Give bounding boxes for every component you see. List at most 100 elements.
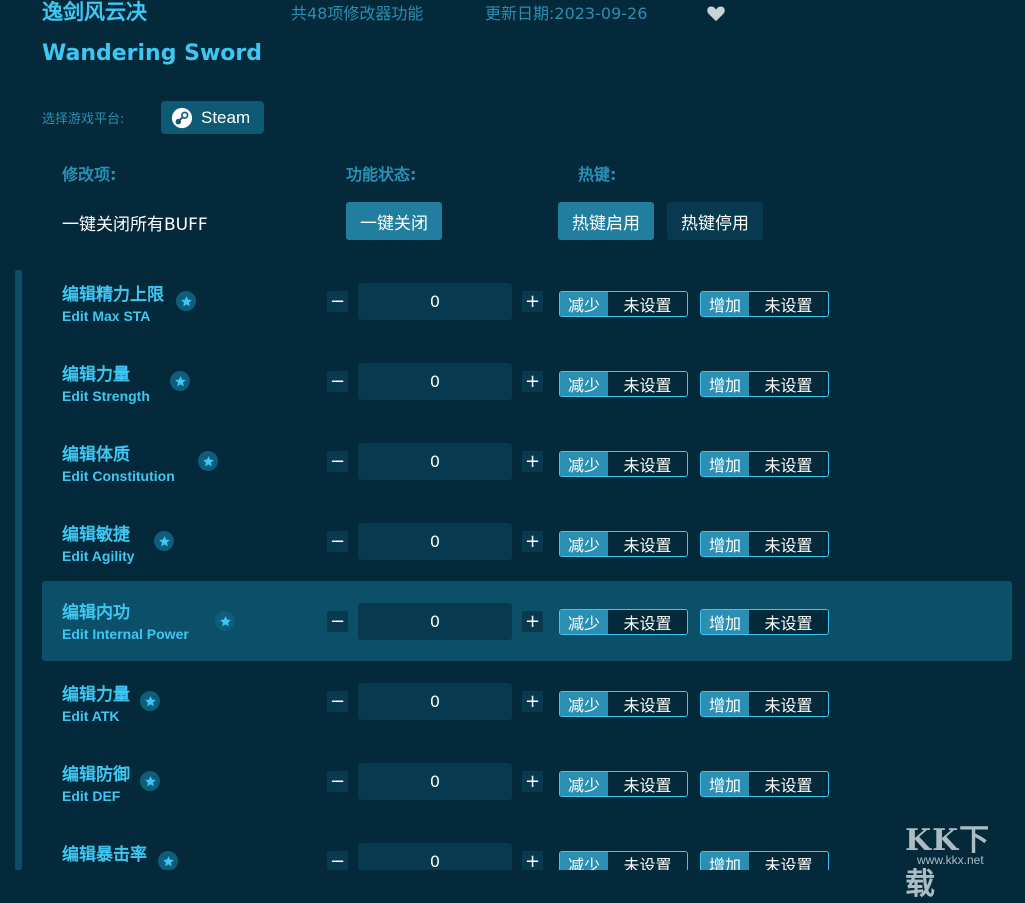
star-icon[interactable] xyxy=(176,291,196,311)
mod-name-cn: 编辑力量 xyxy=(62,365,130,385)
mod-name-cn: 编辑体质 xyxy=(62,445,130,465)
hotkey-value: 未设置 xyxy=(608,610,687,634)
star-icon[interactable] xyxy=(140,691,160,711)
decrement-button[interactable]: − xyxy=(327,611,348,632)
increment-button[interactable]: + xyxy=(522,691,543,712)
decrease-hotkey[interactable]: 减少 未设置 xyxy=(559,851,688,870)
decrease-hotkey[interactable]: 减少 未设置 xyxy=(559,691,688,717)
increase-hotkey[interactable]: 增加 未设置 xyxy=(700,371,829,397)
value-input[interactable]: 0 xyxy=(358,283,512,320)
decrease-hotkey[interactable]: 减少 未设置 xyxy=(559,291,688,317)
increase-hotkey[interactable]: 增加 未设置 xyxy=(700,291,829,317)
list-item: 编辑防御 Edit DEF − 0 + 减少 未设置 增加 未设置 xyxy=(42,763,1012,843)
decrease-hotkey[interactable]: 减少 未设置 xyxy=(559,771,688,797)
increase-tag: 增加 xyxy=(701,692,749,716)
hotkey-value: 未设置 xyxy=(749,610,828,634)
increase-tag: 增加 xyxy=(701,292,749,316)
star-icon[interactable] xyxy=(158,851,178,870)
increase-hotkey[interactable]: 增加 未设置 xyxy=(700,771,829,797)
hotkey-value: 未设置 xyxy=(749,372,828,396)
star-icon[interactable] xyxy=(215,611,235,631)
increase-hotkey[interactable]: 增加 未设置 xyxy=(700,531,829,557)
list-item-selected[interactable]: 编辑内功 Edit Internal Power − 0 + 减少 未设置 增加未… xyxy=(42,581,1012,661)
hotkey-value: 未设置 xyxy=(749,852,828,870)
hotkey-value: 未设置 xyxy=(608,852,687,870)
value-input[interactable]: 0 xyxy=(358,363,512,400)
mod-list: 编辑精力上限 Edit Max STA − 0 + 减少 未设置 增加 未设置 编辑… xyxy=(0,0,1025,870)
increase-tag: 增加 xyxy=(701,452,749,476)
mod-name-cn: 编辑精力上限 xyxy=(62,285,164,305)
decrease-hotkey[interactable]: 减少 未设置 xyxy=(559,531,688,557)
increase-hotkey[interactable]: 增加 未设置 xyxy=(700,451,829,477)
decrease-hotkey[interactable]: 减少 未设置 xyxy=(559,609,688,635)
increment-button[interactable]: + xyxy=(522,291,543,312)
increment-button[interactable]: + xyxy=(522,531,543,552)
decrement-button[interactable]: − xyxy=(327,371,348,392)
mod-name-en: Edit Internal Power xyxy=(62,626,189,642)
value-input[interactable]: 0 xyxy=(358,763,512,800)
decrease-hotkey[interactable]: 减少 未设置 xyxy=(559,451,688,477)
list-item: 编辑力量 Edit ATK − 0 + 减少 未设置 增加 未设置 xyxy=(42,683,1012,763)
hotkey-value: 未设置 xyxy=(749,292,828,316)
list-item: 编辑精力上限 Edit Max STA − 0 + 减少 未设置 增加 未设置 xyxy=(42,283,1012,363)
decrease-tag: 减少 xyxy=(560,532,608,556)
value-input[interactable]: 0 xyxy=(358,523,512,560)
decrease-tag: 减少 xyxy=(560,692,608,716)
increment-button[interactable]: + xyxy=(522,611,543,632)
hotkey-value: 未设置 xyxy=(608,532,687,556)
hotkey-value: 未设置 xyxy=(749,692,828,716)
star-icon[interactable] xyxy=(170,371,190,391)
list-item: 编辑暴击率 − 0 + 减少 未设置 增加 未设置 xyxy=(42,843,1012,870)
list-item: 编辑体质 Edit Constitution − 0 + 减少 未设置 增加 未设置 xyxy=(42,443,1012,523)
decrement-button[interactable]: − xyxy=(327,451,348,472)
watermark-url: www.kkx.net xyxy=(917,853,984,867)
hotkey-value: 未设置 xyxy=(749,452,828,476)
value-input[interactable]: 0 xyxy=(358,443,512,480)
decrement-button[interactable]: − xyxy=(327,691,348,712)
star-icon[interactable] xyxy=(198,451,218,471)
star-icon[interactable] xyxy=(154,531,174,551)
decrease-tag: 减少 xyxy=(560,292,608,316)
decrease-tag: 减少 xyxy=(560,372,608,396)
value-input[interactable]: 0 xyxy=(358,843,512,870)
hotkey-value: 未设置 xyxy=(749,532,828,556)
hotkey-value: 未设置 xyxy=(608,692,687,716)
increase-hotkey[interactable]: 增加 未设置 xyxy=(700,609,829,635)
mod-name-cn: 编辑防御 xyxy=(62,765,130,785)
increment-button[interactable]: + xyxy=(522,371,543,392)
decrement-button[interactable]: − xyxy=(327,291,348,312)
star-icon[interactable] xyxy=(140,771,160,791)
increase-hotkey[interactable]: 增加 未设置 xyxy=(700,851,829,870)
increment-button[interactable]: + xyxy=(522,851,543,870)
decrease-tag: 减少 xyxy=(560,852,608,870)
decrement-button[interactable]: − xyxy=(327,851,348,870)
increment-button[interactable]: + xyxy=(522,451,543,472)
decrease-tag: 减少 xyxy=(560,772,608,796)
increase-tag: 增加 xyxy=(701,372,749,396)
mod-name-en: Edit DEF xyxy=(62,788,121,804)
decrease-tag: 减少 xyxy=(560,610,608,634)
kkx-watermark: KK下载 www.kkx.net xyxy=(905,815,1015,902)
mod-name-en: Edit Strength xyxy=(62,388,150,404)
increment-button[interactable]: + xyxy=(522,771,543,792)
increase-tag: 增加 xyxy=(701,610,749,634)
hotkey-value: 未设置 xyxy=(608,772,687,796)
increase-tag: 增加 xyxy=(701,852,749,870)
increase-tag: 增加 xyxy=(701,532,749,556)
list-item: 编辑力量 Edit Strength − 0 + 减少 未设置 增加 未设置 xyxy=(42,363,1012,443)
value-input[interactable]: 0 xyxy=(358,603,512,640)
increase-tag: 增加 xyxy=(701,772,749,796)
hotkey-value: 未设置 xyxy=(608,452,687,476)
mod-name-en: Edit ATK xyxy=(62,708,120,724)
mod-name-cn: 编辑力量 xyxy=(62,685,130,705)
decrement-button[interactable]: − xyxy=(327,531,348,552)
value-input[interactable]: 0 xyxy=(358,683,512,720)
increase-hotkey[interactable]: 增加 未设置 xyxy=(700,691,829,717)
mod-name-en: Edit Agility xyxy=(62,548,135,564)
decrease-hotkey[interactable]: 减少 未设置 xyxy=(559,371,688,397)
decrement-button[interactable]: − xyxy=(327,771,348,792)
mod-name-en: Edit Constitution xyxy=(62,468,175,484)
hotkey-value: 未设置 xyxy=(749,772,828,796)
mod-name-cn: 编辑暴击率 xyxy=(62,845,147,865)
hotkey-value: 未设置 xyxy=(608,292,687,316)
